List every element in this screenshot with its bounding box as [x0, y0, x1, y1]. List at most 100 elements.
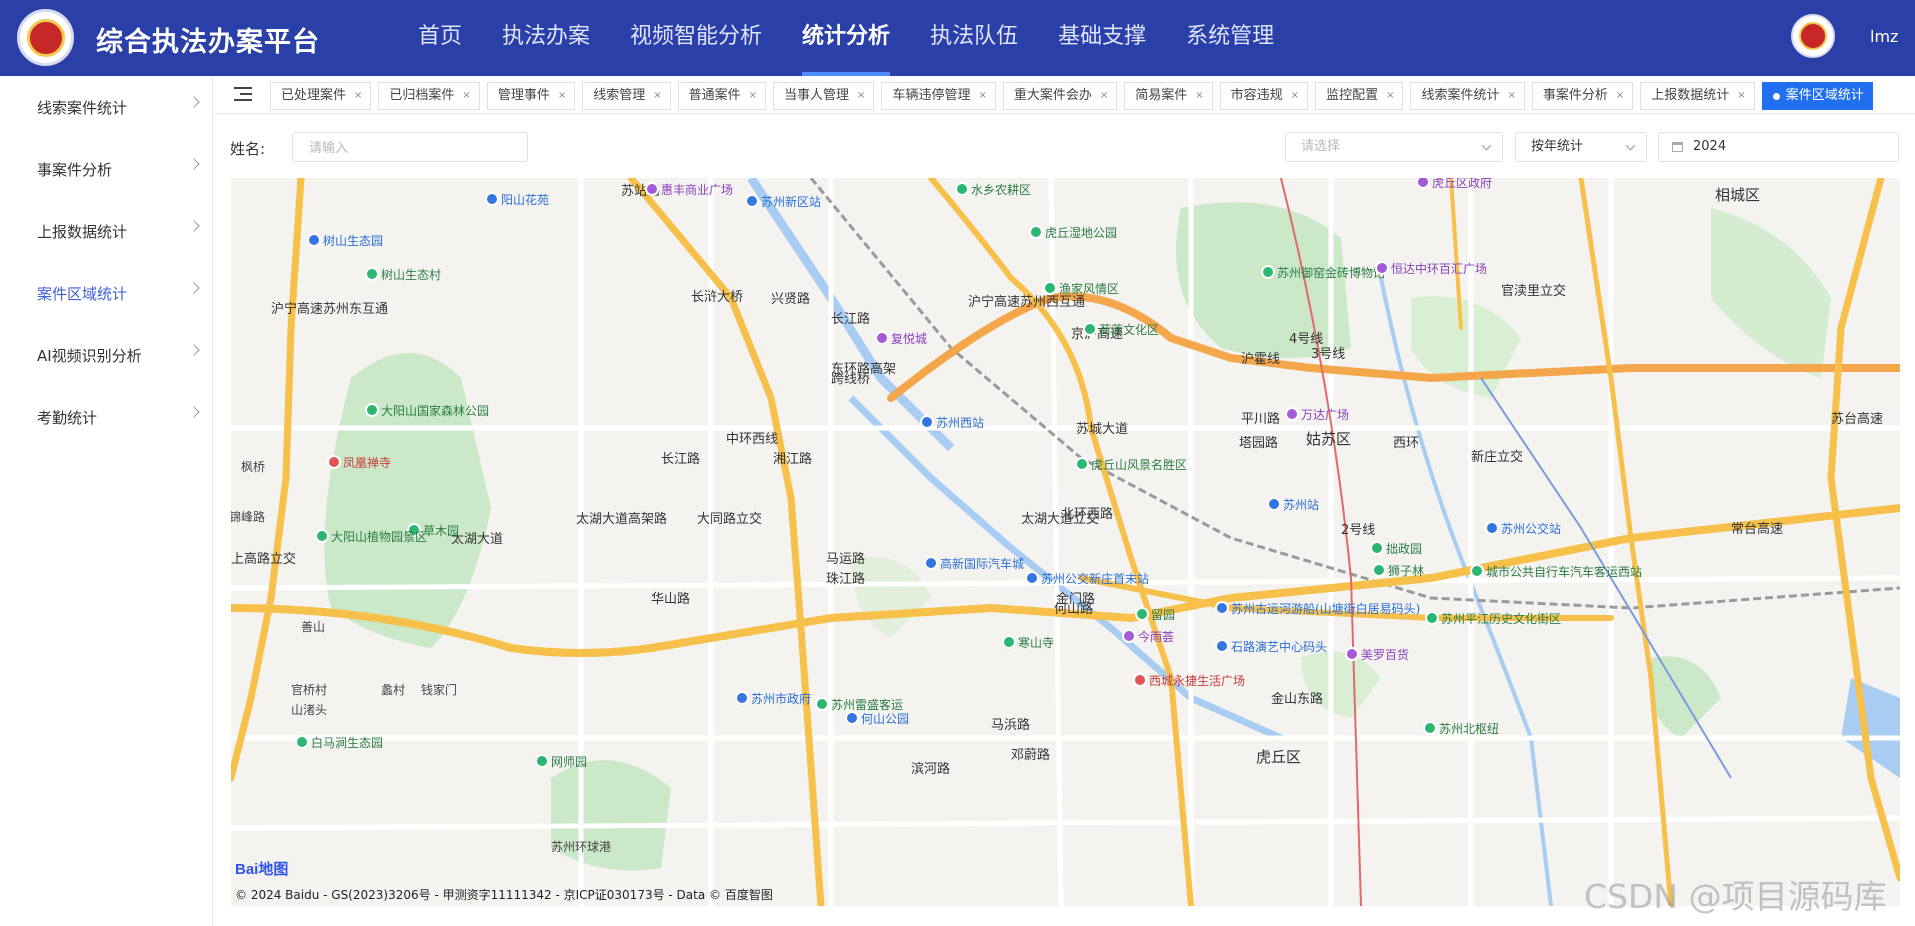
poi-marker-icon[interactable]: [307, 233, 321, 247]
region-select[interactable]: 请选择: [1285, 132, 1503, 162]
poi-label[interactable]: 白马涧生态园: [311, 734, 383, 751]
poi-marker-icon[interactable]: [1002, 635, 1016, 649]
poi-label[interactable]: 拙政园: [1386, 540, 1422, 557]
poi-label[interactable]: 苏州古运河游船(山塘街白居易码头): [1231, 600, 1420, 617]
close-icon[interactable]: ×: [1737, 83, 1745, 109]
poi-label[interactable]: 山渚头: [291, 701, 327, 718]
poi-marker-icon[interactable]: [1215, 601, 1229, 615]
page-tab[interactable]: 市容违规 ×: [1219, 82, 1309, 110]
sidebar-item[interactable]: 案件区域统计: [0, 262, 212, 324]
poi-marker-icon[interactable]: [1135, 607, 1149, 621]
poi-marker-icon[interactable]: [1267, 497, 1281, 511]
poi-label[interactable]: 网师园: [551, 753, 587, 770]
poi-label[interactable]: 城市公共自行车汽车客运西站: [1486, 563, 1642, 580]
close-icon[interactable]: ×: [1616, 83, 1624, 109]
poi-label[interactable]: 苏州公交新庄首末站: [1041, 570, 1149, 587]
poi-marker-icon[interactable]: [1043, 281, 1057, 295]
poi-marker-icon[interactable]: [1375, 261, 1389, 275]
nav-item[interactable]: 执法办案: [482, 0, 610, 76]
poi-marker-icon[interactable]: [735, 691, 749, 705]
poi-label[interactable]: 苏州北枢纽: [1439, 720, 1499, 737]
poi-label[interactable]: 渔家风情区: [1059, 280, 1119, 297]
poi-marker-icon[interactable]: [315, 529, 329, 543]
close-icon[interactable]: ×: [1507, 83, 1515, 109]
poi-label[interactable]: 苏州市政府: [751, 690, 811, 707]
poi-marker-icon[interactable]: [1261, 265, 1275, 279]
poi-label[interactable]: 寒山寺: [1018, 634, 1054, 651]
poi-marker-icon[interactable]: [1083, 322, 1097, 336]
nav-item[interactable]: 系统管理: [1166, 0, 1294, 76]
close-icon[interactable]: ×: [1386, 83, 1394, 109]
sidebar-item[interactable]: 考勤统计: [0, 386, 212, 448]
poi-marker-icon[interactable]: [1345, 647, 1359, 661]
poi-marker-icon[interactable]: [1075, 457, 1089, 471]
poi-label[interactable]: 苏州西站: [936, 414, 984, 431]
poi-label[interactable]: 虎丘湿地公园: [1045, 224, 1117, 241]
poi-label[interactable]: 草木园: [423, 522, 459, 539]
poi-marker-icon[interactable]: [845, 711, 859, 725]
close-icon[interactable]: ×: [558, 83, 566, 109]
close-icon[interactable]: ×: [462, 83, 470, 109]
poi-marker-icon[interactable]: [920, 415, 934, 429]
page-tab[interactable]: 线索案件统计 ×: [1410, 82, 1525, 110]
poi-label[interactable]: 苏州新区站: [761, 193, 821, 210]
close-icon[interactable]: ×: [1291, 83, 1299, 109]
poi-label[interactable]: 复悦城: [891, 330, 927, 347]
page-tab[interactable]: 上报数据统计 ×: [1640, 82, 1755, 110]
poi-marker-icon[interactable]: [1029, 225, 1043, 239]
page-tab[interactable]: 监控配置 ×: [1315, 82, 1404, 110]
user-avatar[interactable]: [1791, 14, 1835, 58]
poi-marker-icon[interactable]: [875, 331, 889, 345]
poi-marker-icon[interactable]: [1285, 407, 1299, 421]
poi-label[interactable]: 蠡村: [381, 681, 405, 698]
sidebar-item[interactable]: 上报数据统计: [0, 200, 212, 262]
poi-label[interactable]: 官桥村: [291, 681, 327, 698]
username[interactable]: lmz: [1870, 27, 1898, 46]
case-region-map[interactable]: 相城区 姑苏区 虎丘区 太湖大道 太湖大道高架路 中环西线 北环西路 苏城大道 京沪高速 沪宁高速…: [231, 178, 1900, 906]
page-tab[interactable]: 已归档案件 ×: [378, 82, 480, 110]
poi-marker-icon[interactable]: [1372, 563, 1386, 577]
poi-label[interactable]: 钱家门: [421, 681, 457, 698]
poi-label[interactable]: 万达广场: [1301, 406, 1349, 423]
period-select[interactable]: 按年统计: [1515, 132, 1647, 162]
poi-marker-icon[interactable]: [295, 735, 309, 749]
poi-marker-icon[interactable]: [1485, 521, 1499, 535]
poi-marker-icon[interactable]: [1025, 571, 1039, 585]
poi-label[interactable]: 虎丘山风景名胜区: [1091, 456, 1187, 473]
close-icon[interactable]: ×: [653, 83, 661, 109]
poi-label[interactable]: 凤凰禅寺: [343, 454, 391, 471]
poi-marker-icon[interactable]: [1133, 673, 1147, 687]
poi-label[interactable]: 美罗百货: [1361, 646, 1409, 663]
close-icon[interactable]: ×: [354, 83, 362, 109]
page-tab[interactable]: 事案件分析 ×: [1531, 82, 1634, 110]
nav-item[interactable]: 基础支撑: [1038, 0, 1166, 76]
page-tab[interactable]: 线索管理 ×: [582, 82, 671, 110]
sidebar-item[interactable]: AI视频识别分析: [0, 324, 212, 386]
poi-marker-icon[interactable]: [1370, 541, 1384, 555]
poi-label[interactable]: 树山生态园: [323, 232, 383, 249]
sidebar-item[interactable]: 线索案件统计: [0, 76, 212, 138]
close-icon[interactable]: ×: [978, 83, 986, 109]
poi-marker-icon[interactable]: [745, 194, 759, 208]
poi-label[interactable]: 虎丘区政府: [1432, 178, 1492, 191]
poi-label[interactable]: 苏州平江历史文化街区: [1441, 610, 1561, 627]
nav-item[interactable]: 视频智能分析: [610, 0, 782, 76]
poi-label[interactable]: 苏州公交站: [1501, 520, 1561, 537]
poi-label[interactable]: 今雨荟: [1138, 628, 1174, 645]
page-tab[interactable]: 普通案件 ×: [677, 82, 767, 110]
poi-label[interactable]: 荷莲文化区: [1099, 321, 1159, 338]
poi-label[interactable]: 阳山花苑: [501, 191, 549, 208]
poi-label[interactable]: 善山: [301, 618, 325, 635]
poi-label[interactable]: 惠丰商业广场: [661, 181, 733, 198]
poi-marker-icon[interactable]: [815, 697, 829, 711]
poi-marker-icon[interactable]: [924, 556, 938, 570]
poi-marker-icon[interactable]: [1470, 564, 1484, 578]
page-tab[interactable]: 重大案件会办 ×: [1002, 82, 1118, 110]
poi-label[interactable]: 大阳山国家森林公园: [381, 402, 489, 419]
poi-marker-icon[interactable]: [1425, 611, 1439, 625]
close-icon[interactable]: ×: [857, 83, 865, 109]
poi-marker-icon[interactable]: [485, 192, 499, 206]
poi-label[interactable]: 高新国际汽车城: [940, 555, 1024, 572]
poi-marker-icon[interactable]: [327, 455, 341, 469]
poi-label[interactable]: 恒达中环百汇广场: [1391, 260, 1487, 277]
